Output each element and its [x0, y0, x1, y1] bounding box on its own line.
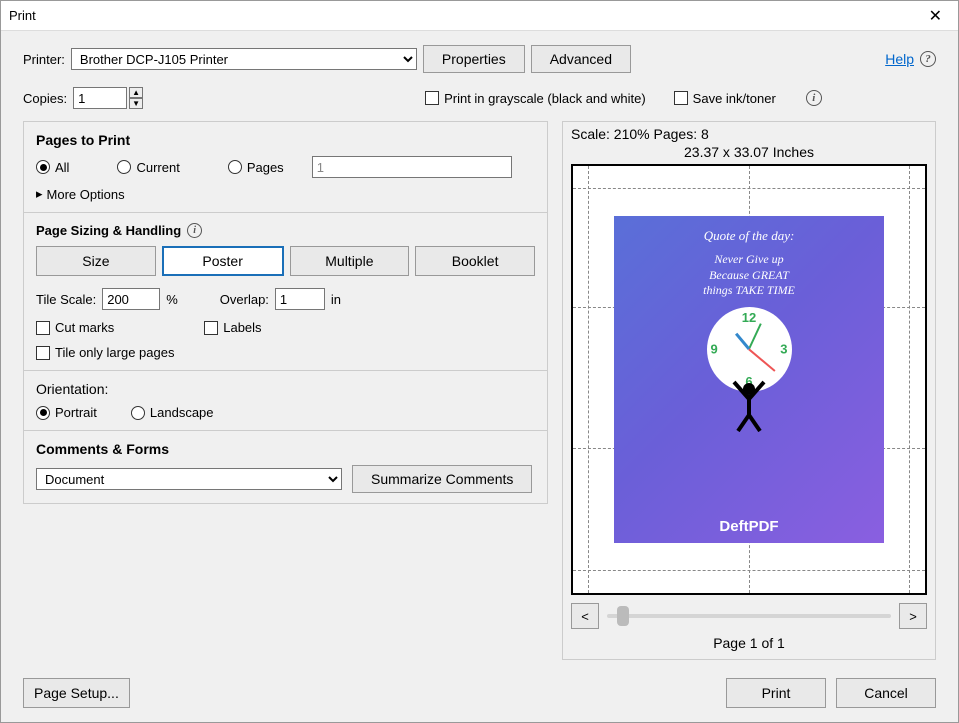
- copies-input[interactable]: [73, 87, 127, 109]
- pages-range-radio[interactable]: Pages: [228, 160, 284, 175]
- grayscale-checkbox[interactable]: Print in grayscale (black and white): [425, 91, 646, 106]
- tile-scale-label: Tile Scale:: [36, 292, 96, 307]
- copies-label: Copies:: [23, 91, 67, 106]
- info-icon[interactable]: i: [187, 223, 202, 238]
- page-setup-button[interactable]: Page Setup...: [23, 678, 130, 708]
- tab-size[interactable]: Size: [36, 246, 156, 276]
- tile-scale-unit: %: [166, 292, 178, 307]
- tile-scale-input[interactable]: [102, 288, 160, 310]
- comments-select[interactable]: Document: [36, 468, 342, 490]
- orientation-title: Orientation:: [36, 381, 535, 397]
- preview-scale-pages: Scale: 210% Pages: 8: [571, 126, 927, 142]
- preview-document: Quote of the day: Never Give up Because …: [614, 216, 884, 543]
- info-icon[interactable]: i: [806, 90, 822, 106]
- tab-booklet[interactable]: Booklet: [415, 246, 535, 276]
- preview-panel: Scale: 210% Pages: 8 23.37 x 33.07 Inche…: [562, 121, 936, 660]
- pages-range-input[interactable]: [312, 156, 512, 178]
- poster-quote-title: Quote of the day:: [704, 228, 795, 244]
- tile-large-checkbox[interactable]: Tile only large pages: [36, 345, 535, 360]
- sizing-title: Page Sizing & Handling: [36, 223, 181, 238]
- pages-to-print-group: Pages to Print All Current Pages: [23, 121, 548, 213]
- copies-up-icon[interactable]: ▲: [129, 87, 143, 98]
- save-ink-label: Save ink/toner: [693, 91, 776, 106]
- sizing-group: Page Sizing & Handling i Size Poster Mul…: [23, 213, 548, 371]
- more-options-toggle[interactable]: ▸ More Options: [36, 186, 535, 202]
- help-link[interactable]: Help: [885, 51, 914, 67]
- properties-button[interactable]: Properties: [423, 45, 525, 73]
- print-button[interactable]: Print: [726, 678, 826, 708]
- preview-dimensions: 23.37 x 33.07 Inches: [571, 144, 927, 160]
- preview-canvas: Quote of the day: Never Give up Because …: [571, 164, 927, 595]
- printer-select[interactable]: Brother DCP-J105 Printer: [71, 48, 417, 70]
- preview-page-info: Page 1 of 1: [571, 635, 927, 651]
- tab-multiple[interactable]: Multiple: [290, 246, 410, 276]
- tab-poster[interactable]: Poster: [162, 246, 284, 276]
- poster-brand: DeftPDF: [719, 518, 778, 535]
- save-ink-checkbox[interactable]: Save ink/toner: [674, 91, 776, 106]
- overlap-input[interactable]: [275, 288, 325, 310]
- comments-group: Comments & Forms Document Summarize Comm…: [23, 431, 548, 504]
- landscape-radio[interactable]: Landscape: [131, 405, 214, 420]
- triangle-right-icon: ▸: [36, 186, 43, 202]
- preview-prev-button[interactable]: <: [571, 603, 599, 629]
- grayscale-label: Print in grayscale (black and white): [444, 91, 646, 106]
- comments-title: Comments & Forms: [36, 441, 535, 457]
- pages-all-radio[interactable]: All: [36, 160, 69, 175]
- cut-marks-checkbox[interactable]: Cut marks: [36, 320, 114, 335]
- advanced-button[interactable]: Advanced: [531, 45, 631, 73]
- slider-thumb[interactable]: [617, 606, 629, 626]
- help-icon[interactable]: ?: [920, 51, 936, 67]
- summarize-comments-button[interactable]: Summarize Comments: [352, 465, 532, 493]
- copies-spinner[interactable]: ▲ ▼: [73, 87, 143, 109]
- stick-figure-icon: [724, 377, 774, 432]
- overlap-label: Overlap:: [220, 292, 269, 307]
- title-bar: Print ✕: [1, 1, 958, 31]
- overlap-unit: in: [331, 292, 341, 307]
- preview-next-button[interactable]: >: [899, 603, 927, 629]
- pages-to-print-title: Pages to Print: [36, 132, 535, 148]
- preview-slider[interactable]: [607, 614, 891, 618]
- window-title: Print: [9, 8, 36, 23]
- poster-quote-body: Never Give up Because GREAT things TAKE …: [703, 252, 795, 299]
- portrait-radio[interactable]: Portrait: [36, 405, 97, 420]
- close-icon[interactable]: ✕: [921, 2, 950, 30]
- printer-label: Printer:: [23, 52, 65, 67]
- cancel-button[interactable]: Cancel: [836, 678, 936, 708]
- pages-current-radio[interactable]: Current: [117, 160, 179, 175]
- labels-checkbox[interactable]: Labels: [204, 320, 261, 335]
- clock-illustration: 12 3 6 9: [707, 307, 792, 392]
- copies-down-icon[interactable]: ▼: [129, 98, 143, 109]
- orientation-group: Orientation: Portrait Landscape: [23, 371, 548, 431]
